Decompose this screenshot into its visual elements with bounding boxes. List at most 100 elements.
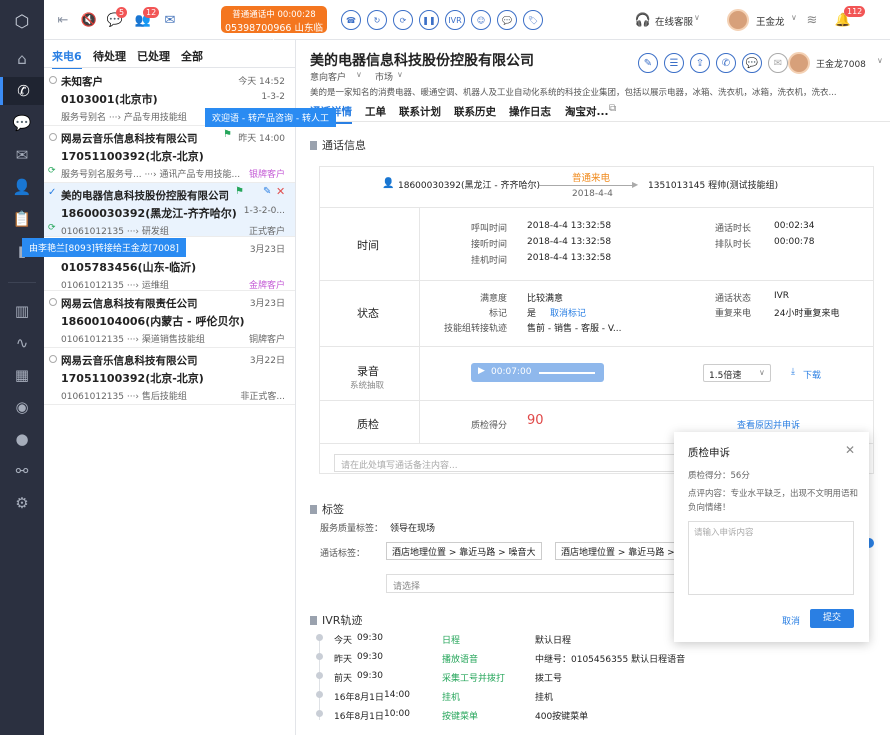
caller-number: 18600030392(黑龙江-齐齐哈尔)	[61, 207, 237, 220]
ivr-date: 前天	[334, 674, 353, 684]
cancel-mark-link[interactable]: 取消标记	[550, 306, 586, 319]
list-item[interactable]: 网易云信息科技有限责任公司 3月23日 18600104006(内蒙古 - 呼伦…	[44, 291, 295, 348]
close-icon[interactable]: ✕	[276, 185, 285, 198]
chevron-down-icon[interactable]: ∨	[791, 13, 797, 22]
calendar-icon[interactable]: ▦	[0, 361, 44, 389]
list-item[interactable]: 网易云音乐信息科技有限公司 3月22日 17051100392(北京-北京) 0…	[44, 348, 295, 405]
call-time: 3月22日	[249, 356, 285, 366]
tab-processed[interactable]: 已处理	[137, 48, 170, 64]
home-icon[interactable]: ⌂	[0, 45, 44, 73]
consult-button[interactable]: ⟳	[393, 10, 413, 30]
tab-incoming[interactable]: 来电6	[52, 48, 82, 69]
list-item[interactable]: 网易云音乐信息科技有限公司 ⚑ 昨天 14:00 17051100392(北京-…	[44, 126, 295, 183]
cancel-button[interactable]: 取消	[782, 614, 800, 627]
ivr-action: 播放语音	[442, 655, 479, 665]
appeal-link[interactable]: 查看原因并申诉	[737, 418, 800, 431]
mail-off-icon[interactable]: ✉	[161, 12, 179, 28]
transfer-icon: ⟳	[48, 223, 56, 233]
download-link[interactable]: 下载	[803, 368, 821, 381]
route-label: 技能组转接轨迹	[444, 324, 508, 334]
ivr-button[interactable]: IVR	[445, 10, 465, 30]
flag-icon[interactable]: ⚑	[235, 186, 244, 197]
submit-button[interactable]: 提交	[810, 609, 854, 628]
external-link-icon[interactable]: ⧉	[609, 103, 616, 114]
phone-icon[interactable]: ✆	[0, 77, 44, 105]
audio-player[interactable]: ▶ 00:07:00	[471, 363, 604, 382]
tab-contact-history[interactable]: 联系历史	[454, 104, 496, 119]
hangup-button[interactable]: ☎	[341, 10, 361, 30]
list-button[interactable]: ☰	[664, 53, 684, 73]
ivr-time: 10:00	[384, 709, 410, 719]
call-status-box[interactable]: 普通通话中 00:00:28 05398700966 山东临沂	[221, 6, 327, 48]
list-item-selected[interactable]: ✓ 美的电器信息科技股份控股有限公司 ⚑ ✎ ✕ 18600030392(黑龙江…	[44, 183, 295, 237]
message-icon[interactable]: ●	[0, 425, 44, 453]
chat-icon[interactable]: 💬	[0, 109, 44, 137]
table-line	[319, 280, 874, 281]
caller-detail: 18600030392(黑龙江 - 齐齐哈尔)	[398, 181, 540, 191]
avatar[interactable]	[727, 9, 749, 31]
agent-name[interactable]: 王金龙	[756, 14, 785, 28]
pause-button[interactable]: ❚❚	[419, 10, 439, 30]
timeline-dot	[316, 691, 323, 698]
share-button[interactable]: ⇪	[690, 53, 710, 73]
collapse-icon[interactable]: ⇤	[54, 12, 72, 28]
chevron-down-icon[interactable]: ∨	[877, 56, 883, 65]
chevron-down-icon[interactable]: ∨	[694, 13, 700, 22]
logo-icon: ⬡	[14, 12, 30, 32]
tab-divider	[296, 121, 890, 122]
clipboard-icon[interactable]: 📋	[0, 205, 44, 233]
bulb-icon[interactable]: ◉	[0, 393, 44, 421]
caller-number: 18600104006(内蒙古 - 呼伦贝尔)	[61, 315, 245, 328]
flag-icon[interactable]: ⚑	[223, 129, 232, 140]
bar-chart-icon[interactable]: ▥	[0, 297, 44, 325]
satisfaction-label: 满意度	[480, 294, 508, 304]
mail-icon[interactable]: ✉	[0, 141, 44, 169]
section-call-info: 通话信息	[310, 137, 366, 153]
tab-contact-plan[interactable]: 联系计划	[399, 104, 441, 119]
tag-button[interactable]: 🏷	[523, 10, 543, 30]
play-icon[interactable]: ▶	[478, 366, 485, 376]
intent-select[interactable]: 意向客户	[310, 70, 346, 83]
tab-taobao[interactable]: 淘宝对...	[565, 104, 608, 119]
mute-icon[interactable]: 🔇	[80, 12, 98, 28]
settings-icon[interactable]: ⚙	[0, 489, 44, 517]
call-list-panel: 来电6 待处理 已处理 全部 未知客户 今天 14:52 0103001(北京市…	[44, 40, 296, 735]
caller-number: 17051100392(北京-北京)	[61, 372, 204, 385]
chevron-down-icon[interactable]: ∨	[397, 70, 403, 79]
top-bar: ⇤ 🔇 💬 5 👥 12 ✉ 普通通话中 00:00:28 0539870096…	[44, 0, 890, 48]
edit-button[interactable]: ✎	[638, 53, 658, 73]
edit-icon[interactable]: ✎	[263, 186, 271, 197]
call-tag[interactable]: 酒店地理位置 > 靠近马路 > 噪	[555, 542, 693, 560]
tab-all[interactable]: 全部	[181, 48, 203, 64]
call-tag[interactable]: 酒店地理位置 > 靠近马路 > 噪音大	[386, 542, 542, 560]
transfer-button[interactable]: ↻	[367, 10, 387, 30]
ivr-detail: 挂机	[535, 693, 554, 703]
chat-button[interactable]: 💬	[742, 53, 762, 73]
tab-operation-log[interactable]: 操作日志	[509, 104, 551, 119]
pulse-icon[interactable]: ∿	[0, 329, 44, 357]
close-icon[interactable]: ✕	[845, 443, 855, 457]
market-select[interactable]: 市场	[375, 70, 393, 83]
call-button[interactable]: ✆	[716, 53, 736, 73]
contacts-icon[interactable]: 👤	[0, 173, 44, 201]
assigned-agent[interactable]: 王金龙7008	[816, 57, 866, 70]
tab-pending[interactable]: 待处理	[93, 48, 126, 64]
chevron-down-icon[interactable]: ∨	[356, 70, 362, 79]
chat-button[interactable]: 💬	[497, 10, 517, 30]
service-status[interactable]: 在线客服	[655, 14, 693, 28]
qc-score-label: 质检得分	[471, 421, 508, 431]
time-label: 时间	[357, 239, 379, 252]
speed-select[interactable]: 1.5倍速 ∨	[703, 364, 771, 382]
appeal-textarea[interactable]: 请输入申诉内容	[688, 521, 854, 595]
mail-button[interactable]: ✉	[768, 53, 788, 73]
call-state-label: 通话状态	[715, 294, 752, 304]
download-icon[interactable]: ⤓	[791, 367, 795, 377]
duration-label: 排队时长	[715, 240, 752, 250]
ivr-detail: 400按键菜单	[535, 712, 589, 722]
tag-select[interactable]: 请选择	[386, 574, 676, 593]
link-icon[interactable]: ⚯	[0, 457, 44, 485]
mark-value: 是	[527, 309, 537, 319]
satisfaction-button[interactable]: ☺	[471, 10, 491, 30]
progress-track[interactable]	[539, 372, 595, 374]
tab-ticket[interactable]: 工单	[365, 104, 386, 119]
